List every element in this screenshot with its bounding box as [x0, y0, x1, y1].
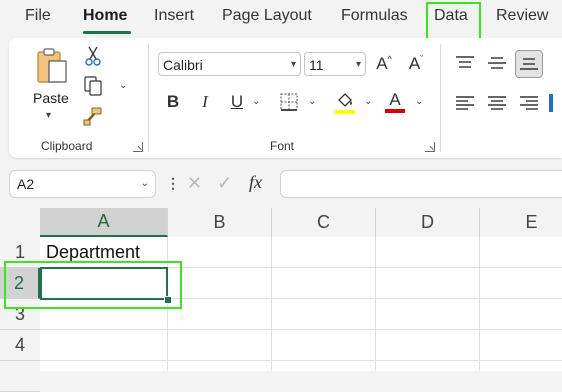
font-size-combo[interactable]: 11 ▾ [304, 52, 366, 76]
font-color-icon: A [389, 90, 401, 109]
cell-a2-highlight [4, 261, 182, 309]
borders-button[interactable] [277, 90, 301, 114]
top-align-button[interactable] [452, 50, 478, 76]
font-name-combo[interactable]: Calibri ▾ [158, 52, 301, 76]
align-center-button[interactable] [484, 90, 510, 116]
column-header-c[interactable]: C [272, 208, 376, 237]
shrink-font-icon: A [408, 54, 421, 73]
gridline [479, 237, 480, 371]
group-separator [148, 44, 149, 152]
align-right-button[interactable] [516, 90, 542, 116]
name-box[interactable]: A2 ⌄ [9, 170, 156, 198]
bold-icon: B [166, 92, 180, 111]
font-size-value: 11 [309, 57, 324, 73]
tab-file[interactable]: File [25, 7, 51, 25]
cut-button[interactable] [81, 44, 105, 68]
fill-color-button[interactable] [333, 90, 357, 116]
copy-dropdown-chevron[interactable]: ⌄ [119, 80, 127, 91]
indent-icon[interactable] [549, 94, 553, 112]
fill-color-dropdown-chevron[interactable]: ⌄ [364, 96, 372, 107]
paste-dropdown-chevron[interactable]: ▾ [46, 110, 51, 121]
font-name-value: Calibri [163, 57, 203, 73]
italic-icon: I [202, 92, 208, 111]
borders-icon [280, 93, 298, 111]
underline-icon: U [230, 92, 244, 111]
clipboard-group-label: Clipboard [41, 139, 93, 153]
bold-button[interactable]: B [162, 90, 184, 114]
column-header-b[interactable]: B [168, 208, 272, 237]
tab-formulas[interactable]: Formulas [341, 7, 408, 25]
paintbrush-icon [83, 107, 102, 126]
align-middle-icon [488, 57, 506, 69]
font-group-label: Font [270, 139, 295, 153]
gridline [375, 237, 376, 371]
paste-label[interactable]: Paste [33, 90, 69, 106]
bottom-align-button[interactable] [515, 50, 543, 78]
clipboard-launcher-icon[interactable] [133, 142, 143, 152]
tab-insert[interactable]: Insert [154, 7, 194, 25]
chevron-down-icon: ▾ [355, 59, 361, 70]
column-header-e[interactable]: E [480, 208, 562, 237]
paste-button[interactable] [32, 46, 72, 86]
gridline [40, 360, 562, 361]
align-left-icon [456, 96, 474, 110]
tab-review[interactable]: Review [496, 7, 548, 25]
grow-font-icon: A [376, 54, 388, 73]
font-color-swatch [385, 109, 405, 113]
format-painter-button[interactable] [81, 104, 105, 128]
formula-input[interactable] [280, 170, 562, 198]
cancel-icon[interactable]: ✕ [187, 173, 202, 194]
middle-align-button[interactable] [484, 50, 510, 76]
align-center-icon [488, 96, 506, 110]
name-box-value: A2 [17, 176, 35, 192]
shrink-font-button[interactable]: Aˇ [403, 52, 429, 76]
tab-page-layout[interactable]: Page Layout [222, 7, 312, 25]
chevron-down-icon: ▾ [290, 59, 296, 70]
data-tab-highlight [426, 2, 481, 41]
clipboard-icon [37, 48, 67, 83]
paint-bucket-icon [335, 93, 355, 114]
align-top-icon [456, 56, 474, 68]
align-left-button[interactable] [452, 90, 478, 116]
copy-button[interactable] [81, 74, 105, 98]
row-header-5[interactable] [0, 361, 40, 392]
select-all-corner[interactable] [0, 208, 40, 237]
formula-bar-grip-icon[interactable]: ⋮ [166, 175, 180, 192]
copy-icon [84, 76, 102, 96]
font-color-button[interactable]: A [383, 88, 407, 116]
enter-icon[interactable]: ✓ [217, 173, 232, 194]
scissors-icon [85, 46, 101, 66]
group-separator [440, 44, 441, 152]
align-bottom-icon [520, 58, 538, 70]
font-color-dropdown-chevron[interactable]: ⌄ [415, 96, 423, 107]
align-right-icon [520, 96, 538, 110]
italic-button[interactable]: I [194, 90, 216, 114]
gridline [271, 237, 272, 371]
tab-home[interactable]: Home [83, 7, 127, 25]
underline-dropdown-chevron[interactable]: ⌄ [252, 96, 260, 107]
column-header-d[interactable]: D [376, 208, 480, 237]
column-header-a[interactable]: A [40, 208, 168, 237]
active-tab-indicator [83, 31, 131, 34]
gridline [40, 329, 562, 330]
underline-button[interactable]: U [226, 90, 248, 114]
font-launcher-icon[interactable] [425, 142, 435, 152]
ribbon: Paste ▾ ⌄ Clipboard Calibri ▾ 11 ▾ A ^ A… [9, 38, 562, 158]
row-header-4[interactable]: 4 [0, 330, 40, 361]
grow-font-button[interactable]: A ^ [371, 52, 397, 76]
chevron-down-icon: ⌄ [140, 178, 149, 189]
cell-a1[interactable]: Department [46, 242, 140, 263]
borders-dropdown-chevron[interactable]: ⌄ [308, 96, 316, 107]
insert-function-icon[interactable]: fx [249, 172, 262, 193]
